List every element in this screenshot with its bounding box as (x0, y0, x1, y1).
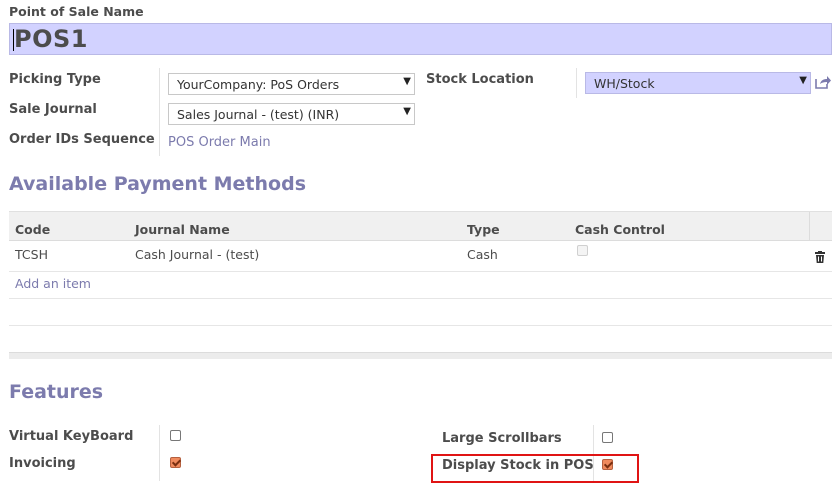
col-cash-control[interactable]: Cash Control (575, 222, 665, 237)
col-code[interactable]: Code (15, 222, 50, 237)
large-scrollbars-checkbox[interactable] (602, 432, 613, 443)
col-journal-name[interactable]: Journal Name (135, 222, 230, 237)
virtual-keyboard-checkbox[interactable] (170, 430, 181, 441)
table-footer (9, 352, 832, 359)
stock-location-select[interactable]: WH/Stock ▼ (585, 72, 811, 94)
trash-icon[interactable] (815, 251, 825, 263)
row-type: Cash (467, 247, 498, 262)
add-item-link[interactable]: Add an item (15, 276, 91, 291)
cash-control-checkbox (577, 245, 588, 256)
payment-methods-title: Available Payment Methods (9, 173, 307, 195)
pos-name-label: Point of Sale Name (9, 4, 144, 19)
field-divider (576, 68, 577, 98)
highlight-box (431, 454, 639, 483)
table-row[interactable]: TCSH Cash Journal - (test) Cash (9, 241, 832, 271)
row-code: TCSH (15, 247, 48, 262)
field-divider (159, 68, 160, 156)
col-type[interactable]: Type (467, 222, 500, 237)
payment-table-header: Code Journal Name Type Cash Control (9, 211, 832, 241)
text-caret (13, 29, 14, 51)
large-scrollbars-label: Large Scrollbars (442, 431, 562, 446)
picking-type-select[interactable]: YourCompany: PoS Orders ▼ (168, 73, 415, 95)
stock-location-label: Stock Location (426, 72, 534, 87)
order-seq-label: Order IDs Sequence (9, 132, 155, 147)
pos-name-value: POS1 (14, 25, 88, 53)
features-title: Features (9, 381, 104, 403)
picking-type-label: Picking Type (9, 72, 101, 87)
row-divider (9, 325, 832, 326)
chevron-down-icon: ▼ (799, 75, 807, 86)
stock-location-value: WH/Stock (594, 76, 655, 91)
chevron-down-icon: ▼ (403, 76, 411, 87)
sale-journal-select[interactable]: Sales Journal - (test) (INR) ▼ (168, 103, 415, 125)
column-divider (809, 212, 810, 241)
virtual-keyboard-label: Virtual KeyBoard (9, 429, 134, 444)
row-divider (9, 298, 832, 299)
external-link-icon[interactable] (815, 75, 831, 89)
field-divider (159, 425, 160, 481)
sale-journal-label: Sale Journal (9, 102, 97, 117)
invoicing-label: Invoicing (9, 456, 76, 471)
invoicing-checkbox[interactable] (170, 457, 181, 468)
row-journal: Cash Journal - (test) (135, 247, 260, 262)
row-divider (9, 271, 832, 272)
order-seq-link[interactable]: POS Order Main (168, 135, 271, 150)
pos-name-input[interactable]: POS1 (9, 23, 832, 55)
picking-type-value: YourCompany: PoS Orders (177, 77, 340, 92)
chevron-down-icon: ▼ (403, 106, 411, 117)
sale-journal-value: Sales Journal - (test) (INR) (177, 107, 340, 122)
